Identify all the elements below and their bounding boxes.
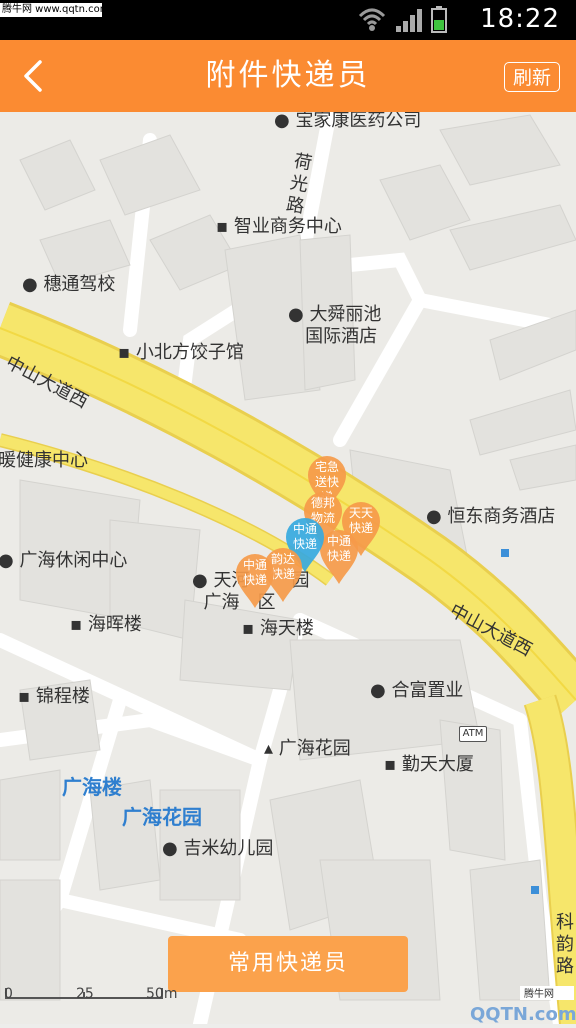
poi-guanghai-leisure: ● 广海休闲中心 [0, 550, 128, 571]
map-scale: 0 25 50m [4, 986, 178, 1022]
poi-dashun: ● 大舜丽池 国际酒店 [288, 304, 382, 347]
poi-dashun-text-1: 大舜丽池 [309, 304, 382, 325]
poi-suitong: ● 穗通驾校 [22, 274, 116, 295]
header-bar: 附件快递员 刷新 [0, 40, 576, 112]
clock: 18:22 [480, 4, 560, 34]
chevron-left-icon [24, 60, 42, 92]
back-button[interactable] [8, 52, 56, 100]
bus-stop-icon-2 [531, 886, 539, 894]
wifi-icon [358, 8, 386, 31]
scale-label-zero: 0 [4, 986, 13, 1002]
poi-jiankang-text: 暖健康中心 [0, 450, 88, 471]
road-label-kejun: 科韵路 [556, 912, 576, 978]
poi-jimi-text: 吉米幼儿园 [183, 838, 274, 859]
poi-jincheng: ▪ 锦程楼 [18, 686, 90, 707]
poi-zhiye-text: 智业商务中心 [233, 216, 342, 237]
poi-guanghai-garden-small: ▴ 广海花园 [264, 738, 351, 759]
bus-stop-icon [501, 549, 509, 557]
courier-marker-label: 中通快递 [326, 534, 351, 563]
poi-baojiakang-text: 宝家康医药公司 [295, 112, 422, 131]
poi-haitian: ▪ 海天楼 [242, 618, 314, 639]
poi-hefu: ● 合富置业 [370, 680, 464, 701]
poi-xiaobeifang-text: 小北方饺子馆 [135, 342, 244, 363]
scale-label-mid: 25 [76, 986, 94, 1002]
scale-label-end: 50m [146, 986, 178, 1002]
poi-jiankang: 暖健康中心 [0, 450, 88, 472]
courier-marker[interactable]: 中通快递 [234, 552, 276, 610]
status-bar: 腾牛网 www.qqtn.com 18:22 [0, 0, 576, 40]
poi-guanghai-lou: 广海楼 [62, 775, 122, 799]
atm-label: ATM [462, 728, 484, 739]
poi-suitong-text: 穗通驾校 [43, 274, 116, 295]
refresh-button[interactable]: 刷新 [504, 62, 560, 92]
poi-hengdong: ● 恒东商务酒店 [426, 506, 556, 527]
road-label-kejun-text: 科韵路 [556, 912, 574, 977]
watermark-top: 腾牛网 www.qqtn.com [0, 3, 102, 17]
poi-hefu-text: 合富置业 [391, 680, 464, 701]
poi-dashun-text-2: 国际酒店 [305, 326, 378, 347]
status-icons [358, 6, 447, 33]
poi-jimi: ● 吉米幼儿园 [162, 838, 274, 859]
poi-guanghai-leisure-text: 广海休闲中心 [19, 550, 128, 571]
poi-zhiye: ▪ 智业商务中心 [216, 216, 342, 237]
poi-qintian-text: 勤天大厦 [401, 754, 474, 775]
poi-guanghai-garden-small-text: 广海花园 [278, 738, 351, 759]
courier-marker-label: 中通快递 [242, 558, 267, 587]
map-view[interactable]: 中山大道西 中山大道西 荷光路 科韵路 ● 宝家康医药公司 ▪ 智业商务中心 ●… [0, 112, 576, 1024]
signal-icon [396, 9, 422, 32]
poi-baojiakang: ● 宝家康医药公司 [274, 112, 422, 131]
poi-xiaobeifang: ▪ 小北方饺子馆 [118, 342, 244, 363]
road-label-heguang: 荷光路 [285, 151, 314, 218]
poi-jincheng-text: 锦程楼 [35, 686, 90, 707]
svg-text:QQTN.com: QQTN.com [470, 1004, 576, 1024]
poi-hengdong-text: 恒东商务酒店 [447, 506, 556, 527]
battery-icon [431, 6, 447, 33]
poi-qintian: ▪ 勤天大厦 [384, 754, 474, 775]
svg-text:腾牛网: 腾牛网 [524, 987, 554, 1000]
watermark-bottom-right: 腾牛网 QQTN.com [446, 984, 576, 1025]
poi-guanghai-garden-big: 广海花园 [122, 805, 202, 829]
watermark-logo: 腾牛网 QQTN.com [470, 986, 576, 1025]
page-title: 附件快递员 [205, 58, 371, 93]
poi-haihui-text: 海晖楼 [87, 614, 142, 635]
atm-icon: ATM [459, 726, 487, 742]
frequent-couriers-button[interactable]: 常用快递员 [168, 936, 408, 992]
poi-haihui: ▪ 海晖楼 [70, 614, 142, 635]
poi-haitian-text: 海天楼 [259, 618, 314, 639]
